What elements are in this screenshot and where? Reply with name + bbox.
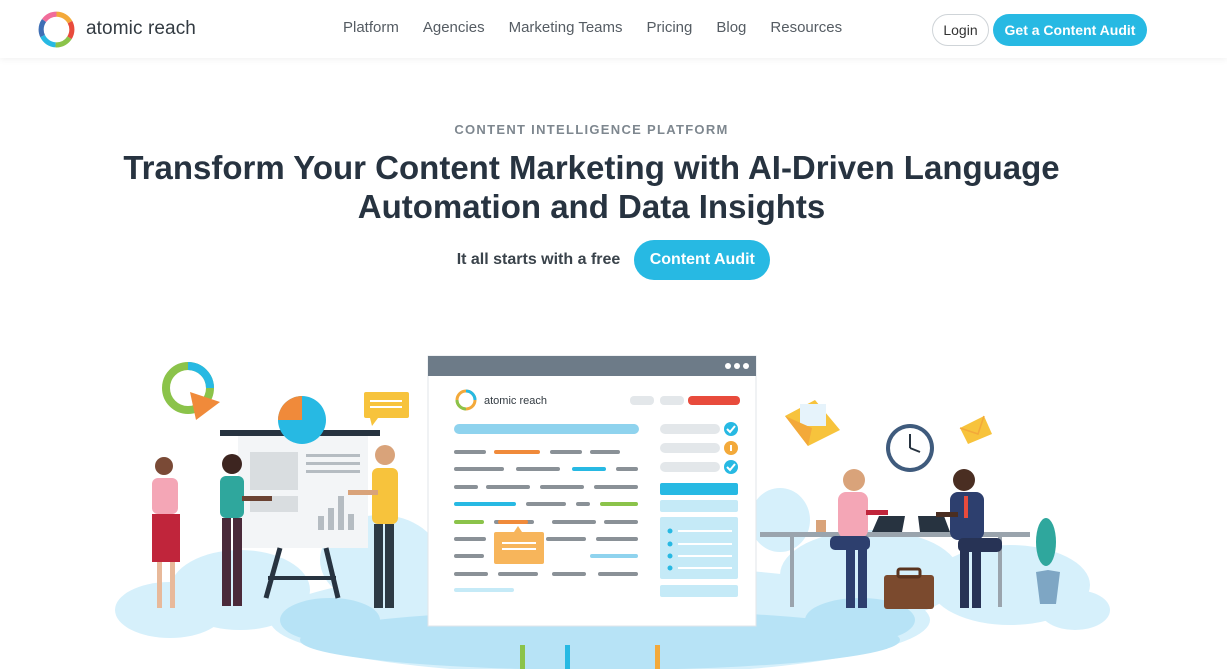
hero-eyebrow: CONTENT INTELLIGENCE PLATFORM [454, 122, 729, 137]
nav-agencies[interactable]: Agencies [423, 19, 485, 36]
login-button[interactable]: Login [932, 14, 989, 46]
nav-resources[interactable]: Resources [770, 19, 842, 36]
content-audit-button[interactable]: Content Audit [634, 240, 771, 280]
envelope-icon [785, 400, 840, 446]
app-window-mockup: atomic reach [427, 355, 757, 627]
speech-bubble-icon [364, 392, 409, 426]
logo-text: atomic reach [86, 18, 196, 39]
nav-blog[interactable]: Blog [716, 19, 746, 36]
main-nav: Platform Agencies Marketing Teams Pricin… [343, 19, 866, 36]
nav-pricing[interactable]: Pricing [647, 19, 693, 36]
briefcase-icon [884, 567, 934, 609]
nav-platform[interactable]: Platform [343, 19, 399, 36]
small-envelope-icon [959, 415, 992, 444]
hero-headline: Transform Your Content Marketing with AI… [123, 149, 1060, 225]
site-header: atomic reach Platform Agencies Marketing… [0, 0, 1227, 58]
hero-illustration: atomic reach [115, 355, 1110, 669]
logo-link[interactable]: atomic reach [36, 9, 196, 49]
donut-chart-icon [162, 362, 220, 420]
nav-marketing-teams[interactable]: Marketing Teams [509, 19, 623, 36]
atomic-reach-logo-icon [38, 11, 75, 47]
clock-icon [886, 424, 934, 472]
hero-subline: It all starts with a free Content Audit [0, 240, 1227, 280]
app-logo-text: atomic reach [484, 395, 547, 407]
hero-sub-text: It all starts with a free [456, 251, 621, 268]
get-content-audit-button[interactable]: Get a Content Audit [993, 14, 1147, 46]
